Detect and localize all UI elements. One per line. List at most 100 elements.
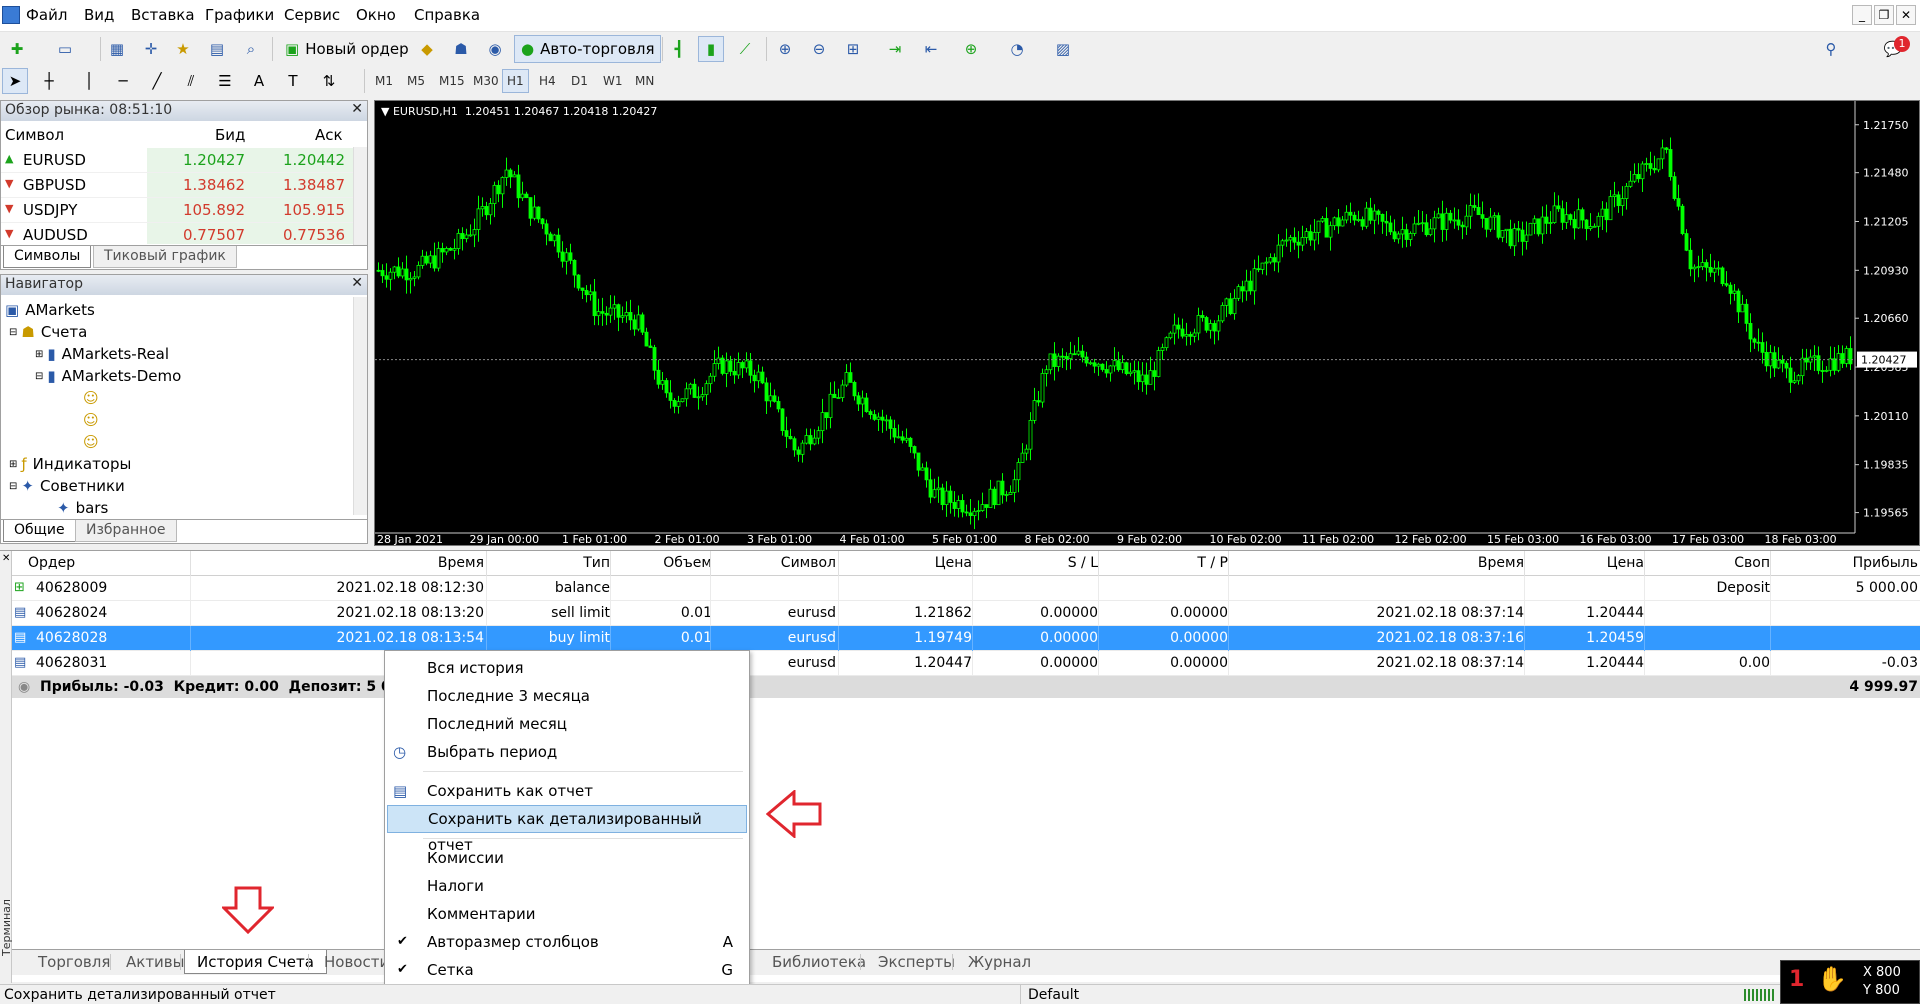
market-watch-icon[interactable]: ▦ [104, 36, 130, 62]
col-header-volume[interactable]: Объем [614, 555, 712, 571]
tile-windows-icon[interactable]: ⊞ [840, 36, 866, 62]
close-icon[interactable]: ✕ [1896, 5, 1916, 25]
menu-insert[interactable]: Вставка [131, 6, 195, 24]
close-icon[interactable]: ✕ [351, 275, 363, 291]
zoom-in-icon[interactable]: ⊕ [772, 36, 798, 62]
col-header-profit[interactable]: Прибыль [1774, 555, 1918, 571]
tester-icon[interactable]: ⌕ [238, 36, 264, 62]
trendline-icon[interactable]: ╱ [144, 68, 170, 94]
profiles-icon[interactable]: ▭ [52, 36, 78, 62]
market-watch-row[interactable]: ▼ AUDUSD 0.77507 0.77536 [1, 223, 353, 244]
col-header-order[interactable]: Ордер [28, 555, 198, 571]
menu-charts[interactable]: Графики [205, 6, 274, 24]
table-row[interactable]: ▤406280312021.02eurusd1.204470.000000.00… [12, 651, 1920, 676]
timeframe-h1[interactable]: H1 [502, 69, 529, 93]
nav-item-amarkets[interactable]: ▣ AMarkets [5, 299, 95, 321]
timeframe-w1[interactable]: W1 [598, 69, 628, 93]
menu-item[interactable]: Комментарии [387, 900, 747, 928]
nav-item-bars[interactable]: ✦ bars [57, 497, 108, 515]
close-icon[interactable]: ✕ [2, 553, 10, 564]
restore-icon[interactable]: ❐ [1874, 5, 1894, 25]
new-chart-icon[interactable]: ✚ [4, 36, 30, 62]
table-row[interactable]: ▤ 40628028 2021.02.18 08:13:54 buy limit 0.0… [12, 626, 1920, 651]
col-header-price[interactable]: Цена [842, 555, 972, 571]
menu-item[interactable]: Налоги [387, 872, 747, 900]
periods-icon[interactable]: ◔ [1004, 36, 1030, 62]
timeframe-m1[interactable]: M1 [370, 69, 398, 93]
market-watch-row[interactable]: ▼ USDJPY 105.892 105.915 [1, 198, 353, 223]
fibo-icon[interactable]: ☰ [212, 68, 238, 94]
tab-favorites[interactable]: Избранное [75, 520, 177, 542]
bar-chart-icon[interactable]: ┫ [666, 36, 692, 62]
col-bid[interactable]: Бид [215, 126, 245, 144]
scrollbar[interactable] [353, 147, 367, 245]
menu-item[interactable]: ◷ Выбрать период [387, 738, 747, 766]
templates-icon[interactable]: ▨ [1050, 36, 1076, 62]
col-header-swap[interactable]: Своп [1648, 555, 1770, 571]
menu-item[interactable]: ✔ Сетка G [387, 956, 747, 984]
tab-tick-chart[interactable]: Тиковый график [93, 246, 237, 268]
col-header-ctime[interactable]: Время [1232, 555, 1524, 571]
channel-icon[interactable]: ⫽ [178, 68, 204, 94]
menu-window[interactable]: Окно [356, 6, 396, 24]
timeframe-h4[interactable]: H4 [534, 69, 561, 93]
col-header-time[interactable]: Время [194, 555, 484, 571]
nav-item-indicators[interactable]: ⊞ ƒ Индикаторы [9, 453, 131, 475]
menu-item[interactable]: Комиссии [387, 844, 747, 872]
line-chart-icon[interactable]: ⟋ [732, 36, 758, 62]
trader-icon[interactable]: ☗ [448, 36, 474, 62]
menu-item[interactable]: ▤ Сохранить как отчет [387, 777, 747, 805]
menu-view[interactable]: Вид [84, 6, 114, 24]
indicators-icon[interactable]: ⊕ [958, 36, 984, 62]
account-user-icon[interactable]: ☺ [83, 431, 99, 453]
vertical-line-icon[interactable]: │ [76, 68, 102, 94]
label-icon[interactable]: T [280, 68, 306, 94]
timeframe-m15[interactable]: M15 [434, 69, 470, 93]
table-row[interactable]: ⊞ 40628009 2021.02.18 08:12:30 balance Depos… [12, 576, 1920, 601]
col-header-tp[interactable]: T / P [1102, 555, 1228, 571]
menu-item[interactable]: Вся история [387, 654, 747, 682]
globe-icon[interactable]: ◉ [482, 36, 508, 62]
scrollbar[interactable] [353, 297, 367, 515]
price-chart[interactable]: 1.217501.214801.212051.209301.206601.203… [375, 101, 1919, 545]
collapse-icon[interactable]: ⊟ [35, 371, 43, 382]
nav-item-amarkets-demo[interactable]: ⊟ ▮ AMarkets-Demo [35, 365, 181, 387]
arrows-icon[interactable]: ⇅ [316, 68, 342, 94]
timeframe-m5[interactable]: M5 [402, 69, 430, 93]
col-header-type[interactable]: Тип [490, 555, 610, 571]
zoom-out-icon[interactable]: ⊖ [806, 36, 832, 62]
autoscroll-icon[interactable]: ⇥ [882, 36, 908, 62]
nav-item-amarkets-real[interactable]: ⊞ ▮ AMarkets-Real [35, 343, 169, 365]
tab-common[interactable]: Общие [3, 520, 76, 542]
crosshair-tool-icon[interactable]: ┼ [36, 68, 62, 94]
tab-journal[interactable]: Журнал [956, 950, 1043, 974]
menu-item[interactable]: Последний месяц [387, 710, 747, 738]
col-header-cprice[interactable]: Цена [1528, 555, 1644, 571]
menu-item[interactable]: ✔ Авторазмер столбцов A [387, 928, 747, 956]
new-order-button[interactable]: ▣ Новый ордер [278, 35, 416, 63]
table-row[interactable]: ▤ 40628024 2021.02.18 08:13:20 sell limit 0.… [12, 601, 1920, 626]
expand-icon[interactable]: ⊞ [35, 349, 43, 360]
crosshair-icon[interactable]: ✛ [138, 36, 164, 62]
timeframe-m30[interactable]: M30 [468, 69, 504, 93]
col-ask[interactable]: Аск [315, 126, 343, 144]
minimize-icon[interactable]: _ [1852, 5, 1872, 25]
tab-symbols[interactable]: Символы [3, 246, 92, 268]
chart-shift-icon[interactable]: ⇤ [918, 36, 944, 62]
menu-item[interactable]: Сохранить как детализированный отчет [387, 805, 747, 854]
search-icon[interactable]: ⚲ [1818, 36, 1844, 62]
col-header-symbol[interactable]: Символ [714, 555, 836, 571]
horizontal-line-icon[interactable]: ─ [110, 68, 136, 94]
col-symbol[interactable]: Символ [5, 126, 64, 144]
market-watch-row[interactable]: ▲ EURUSD 1.20427 1.20442 [1, 148, 353, 173]
market-watch-row[interactable]: ▼ GBPUSD 1.38462 1.38487 [1, 173, 353, 198]
tab-trade[interactable]: Торговля [26, 950, 122, 974]
menu-file[interactable]: Файл [26, 6, 67, 24]
account-user-icon[interactable]: ☺ [83, 409, 99, 431]
status-profile[interactable]: Default [1028, 987, 1079, 1003]
menu-item[interactable]: Последние 3 месяца [387, 682, 747, 710]
close-icon[interactable]: ✕ [351, 101, 363, 117]
text-icon[interactable]: A [246, 68, 272, 94]
nav-item-experts[interactable]: ⊟ ✦ Советники [9, 475, 125, 497]
timeframe-d1[interactable]: D1 [566, 69, 593, 93]
